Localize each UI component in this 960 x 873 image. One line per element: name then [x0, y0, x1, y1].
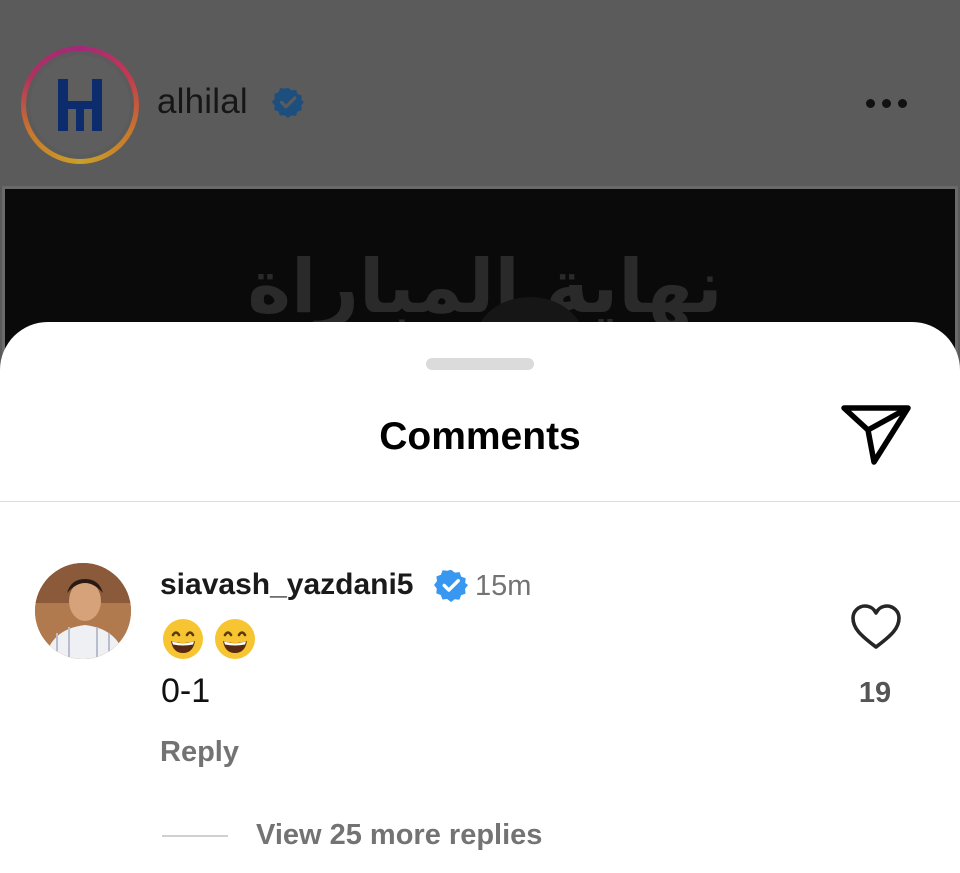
- grinning-face-emoji-icon: [163, 619, 203, 659]
- header-divider: [0, 501, 960, 502]
- replies-divider-line: [162, 835, 228, 837]
- comment-text: 0-1: [161, 672, 211, 710]
- post-header: alhilal: [0, 0, 960, 186]
- view-replies-button[interactable]: View 25 more replies: [256, 819, 542, 852]
- dot-icon: [882, 98, 891, 108]
- verified-badge-icon: [272, 87, 304, 118]
- sheet-drag-handle[interactable]: [426, 358, 534, 370]
- send-icon[interactable]: [840, 404, 912, 466]
- comment-emojis: [162, 618, 256, 660]
- grinning-face-emoji-icon: [215, 619, 255, 659]
- comment-username[interactable]: siavash_yazdani5: [160, 568, 414, 602]
- alhilal-logo-icon: [30, 55, 130, 155]
- reply-button[interactable]: Reply: [160, 736, 239, 769]
- dot-icon: [898, 98, 907, 108]
- verified-badge-icon: [434, 569, 468, 602]
- commenter-avatar[interactable]: [35, 563, 131, 659]
- comment-timestamp: 15m: [475, 570, 532, 602]
- dot-icon: [866, 98, 875, 108]
- like-count: 19: [858, 677, 892, 709]
- more-options-button[interactable]: [866, 92, 920, 114]
- story-ring-avatar[interactable]: [21, 46, 139, 164]
- comments-sheet: Comments siavash_yazdani5 15m 0-1 Reply …: [0, 322, 960, 873]
- heart-icon[interactable]: [850, 604, 902, 650]
- post-username[interactable]: alhilal: [157, 82, 248, 122]
- sheet-title: Comments: [379, 415, 581, 458]
